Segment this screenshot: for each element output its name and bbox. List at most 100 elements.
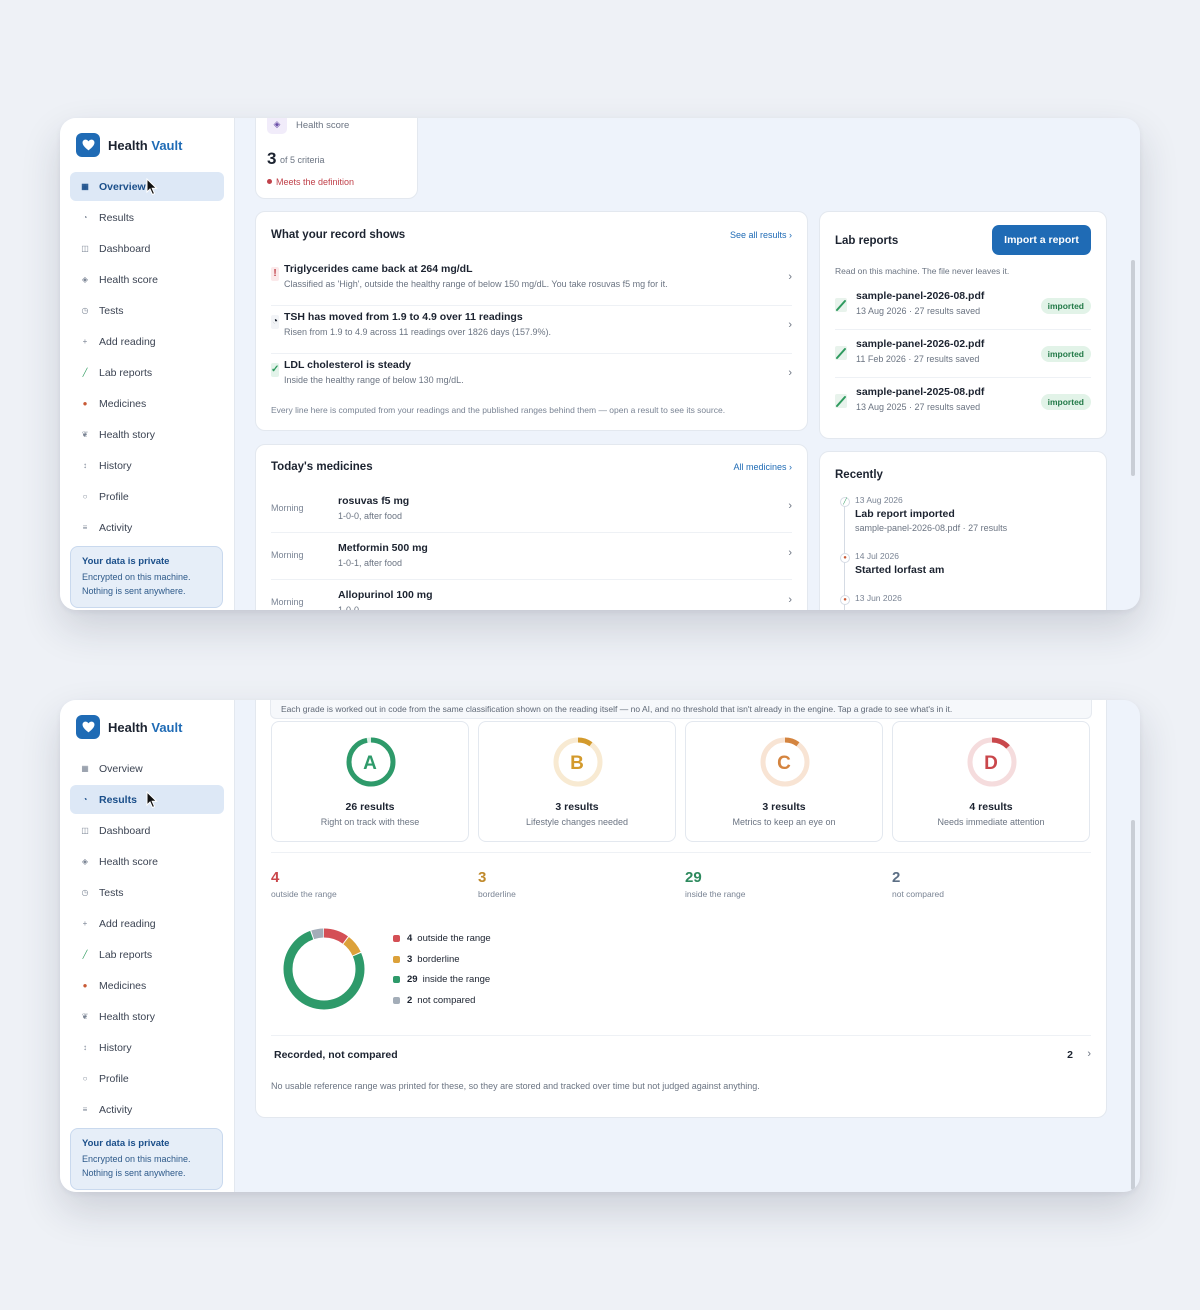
grade-count: 3 results — [762, 801, 806, 813]
nav-item-label: History — [99, 459, 132, 472]
nav-item-add-reading[interactable]: + Add reading — [70, 909, 224, 938]
health-score-card[interactable]: ◈ Health score 3 of 5 criteria Meets the… — [255, 118, 418, 199]
brand[interactable]: Health Vault — [76, 714, 218, 740]
status-dot-icon — [267, 179, 272, 184]
nav-item-results[interactable]: ◔ Results — [70, 785, 224, 814]
import-report-button[interactable]: Import a report — [992, 225, 1091, 255]
grade-letter: C — [777, 753, 791, 774]
nav-item-overview[interactable]: ▦ Overview — [70, 754, 224, 783]
medicines-title: Today's medicines — [271, 461, 373, 473]
clock-icon: ◷ — [81, 888, 89, 897]
nav-item-dashboard[interactable]: ◫ Dashboard — [70, 816, 224, 845]
chevron-right-icon: › — [788, 500, 792, 512]
nav-item-activity[interactable]: ≡ Activity — [70, 513, 224, 542]
grade-card-a[interactable]: A 26 results Right on track with these — [271, 721, 469, 842]
record-shows-item[interactable]: ! Triglycerides came back at 264 mg/dL Cla… — [271, 259, 792, 306]
legend-item: 3 borderline — [393, 954, 460, 965]
scrollbar[interactable] — [1131, 820, 1135, 1190]
pill-icon: ● — [840, 553, 850, 563]
timeline-date: 13 Aug 2026 — [855, 495, 903, 505]
user-icon: ○ — [82, 1074, 88, 1083]
nav-item-medicines[interactable]: ● Medicines — [70, 389, 224, 418]
nav-item-lab-reports[interactable]: ╱ Lab reports — [70, 940, 224, 969]
legend-value: 29 — [407, 974, 418, 985]
health-score-status: Meets the definition — [267, 177, 354, 187]
privacy-note: Your data is private Encrypted on this m… — [70, 546, 223, 608]
nav-item-tests[interactable]: ◷ Tests — [70, 878, 224, 907]
nav-item-history[interactable]: ↕ History — [70, 1033, 224, 1062]
nav-item-add-reading[interactable]: + Add reading — [70, 327, 224, 356]
grade-description: Right on track with these — [320, 817, 420, 827]
brand[interactable]: Health Vault — [76, 132, 218, 158]
nav-item-health-story[interactable]: ❦ Health story — [70, 1002, 224, 1031]
nav-item-label: Health score — [99, 855, 158, 868]
sidebar: Health Vault ▦ Overview ◔ Results ◫ Dashboard… — [60, 118, 235, 610]
lab-report-row[interactable]: sample-panel-2026-02.pdf 11 Feb 2026 · 27… — [835, 330, 1091, 378]
nav-item-activity[interactable]: ≡ Activity — [70, 1095, 224, 1124]
medicine-row[interactable]: Morning Metformin 500 mg 1-0-1, after food… — [271, 532, 792, 580]
lab-reports-title: Lab reports — [835, 235, 899, 247]
chevron-right-icon[interactable]: › — [1087, 1048, 1091, 1060]
nav-item-lab-reports[interactable]: ╱ Lab reports — [70, 358, 224, 387]
nav-item-overview[interactable]: ▦ Overview — [70, 172, 224, 201]
nav-item-label: Dashboard — [99, 824, 151, 837]
nav-list: ▦ Overview ◔ Results ◫ Dashboard ◈ Health score… — [70, 754, 224, 1124]
medicine-dose: 1-0-0 — [338, 605, 360, 610]
nav-item-label: Medicines — [99, 979, 147, 992]
nav-item-health-score[interactable]: ◈ Health score — [70, 265, 224, 294]
recently-card: Recently ╱ 13 Aug 2026 Lab report imported… — [819, 451, 1107, 610]
medicine-row[interactable]: Morning rosuvas f5 mg 1-0-0, after food › — [271, 485, 792, 533]
stat-not-compared: 2 not compared — [892, 869, 944, 899]
grade-card-c[interactable]: C 3 results Metrics to keep an eye on — [685, 721, 883, 842]
list-icon: ≡ — [82, 1105, 88, 1114]
scrollbar[interactable] — [1131, 260, 1135, 476]
nav-item-health-story[interactable]: ❦ Health story — [70, 420, 224, 449]
legend-label: borderline — [417, 953, 460, 965]
health-score-value: 3 — [267, 149, 277, 168]
grade-card-d[interactable]: D 4 results Needs immediate attention — [892, 721, 1090, 842]
mouse-cursor-icon — [146, 177, 158, 196]
nav-item-label: Health score — [99, 273, 158, 286]
status-badge: imported — [1040, 346, 1091, 362]
not-compared-count[interactable]: 2 — [1067, 1049, 1073, 1061]
legend-swatch — [393, 935, 400, 942]
chevron-right-icon: › — [788, 594, 792, 606]
nav-item-profile[interactable]: ○ Profile — [70, 1064, 224, 1093]
legend-value: 3 — [407, 953, 413, 965]
stat-label: inside the range — [685, 889, 746, 899]
sort-icon: ↕ — [83, 461, 87, 470]
grade-count: 3 results — [555, 801, 599, 813]
chevron-right-icon: › — [788, 271, 792, 283]
lab-report-meta: 13 Aug 2025 · 27 results saved — [856, 402, 981, 412]
nav-item-profile[interactable]: ○ Profile — [70, 482, 224, 511]
privacy-line: Encrypted on this machine. — [82, 572, 191, 582]
grade-card-b[interactable]: B 3 results Lifestyle changes needed — [478, 721, 676, 842]
nav-item-results[interactable]: ◔ Results — [70, 203, 224, 232]
all-medicines-link[interactable]: All medicines › — [733, 462, 792, 472]
nav-item-medicines[interactable]: ● Medicines — [70, 971, 224, 1000]
medicine-row[interactable]: Morning Allopurinol 100 mg 1-0-0 › — [271, 579, 792, 610]
nav-item-history[interactable]: ↕ History — [70, 451, 224, 480]
story-icon: ❦ — [81, 430, 89, 439]
record-shows-item-title: LDL cholesterol is steady — [284, 359, 412, 371]
nav-item-label: Profile — [99, 1072, 129, 1085]
nav-item-tests[interactable]: ◷ Tests — [70, 296, 224, 325]
record-shows-item[interactable]: ✓ LDL cholesterol is steady Inside the hea… — [271, 355, 792, 402]
grade-letter: B — [570, 753, 584, 774]
nav-item-dashboard[interactable]: ◫ Dashboard — [70, 234, 224, 263]
legend-item: 2 not compared — [393, 995, 475, 1006]
medicine-name: Allopurinol 100 mg — [338, 589, 433, 601]
record-shows-item[interactable]: ◔ TSH has moved from 1.9 to 4.9 over 11 r… — [271, 307, 792, 354]
nav-item-label: Add reading — [99, 917, 156, 930]
see-all-results-link[interactable]: See all results › — [730, 230, 792, 240]
grid-icon: ▦ — [81, 182, 89, 191]
nav-item-label: Tests — [99, 886, 124, 899]
nav-item-health-score[interactable]: ◈ Health score — [70, 847, 224, 876]
lab-report-row[interactable]: sample-panel-2025-08.pdf 13 Aug 2025 · 27… — [835, 378, 1091, 426]
lab-report-filename: sample-panel-2025-08.pdf — [856, 386, 985, 398]
pencil-icon: ╱ — [82, 368, 88, 377]
heart-logo-icon — [76, 715, 100, 739]
divider — [271, 852, 1091, 853]
chevron-right-icon: › — [788, 319, 792, 331]
lab-report-row[interactable]: sample-panel-2026-08.pdf 13 Aug 2026 · 27… — [835, 282, 1091, 330]
